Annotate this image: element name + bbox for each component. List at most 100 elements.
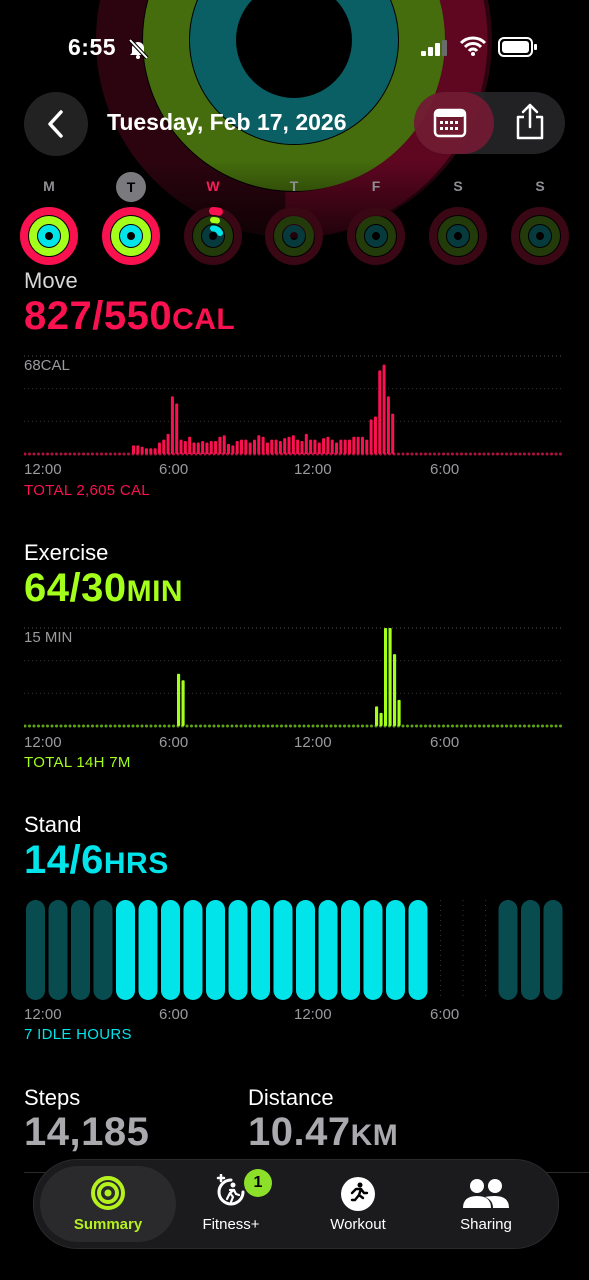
baseline-dot	[24, 452, 27, 456]
chart-bar	[244, 439, 248, 454]
baseline-dot	[37, 452, 40, 456]
stand-label: Stand	[24, 812, 82, 837]
baseline-dot	[64, 452, 67, 456]
baseline-dot	[113, 452, 117, 456]
move-chart	[24, 355, 564, 456]
baseline-dot	[514, 724, 517, 728]
axis-tick: 6:00	[159, 1006, 189, 1023]
back-button[interactable]	[24, 92, 88, 156]
baseline-dot	[334, 724, 337, 728]
day-rings-tuesday[interactable]	[101, 206, 161, 266]
chart-bar	[287, 436, 291, 454]
baseline-dot	[289, 724, 292, 728]
baseline-dot	[500, 724, 504, 728]
share-button[interactable]	[494, 92, 565, 154]
baseline-dot	[343, 724, 346, 728]
chart-bar	[335, 442, 339, 454]
baseline-dot	[559, 724, 562, 728]
baseline-dot	[487, 724, 490, 728]
baseline-dot	[509, 724, 513, 728]
axis-tick: 6:00	[430, 1006, 460, 1023]
status-bar: 6:55	[0, 32, 589, 66]
baseline-dot	[50, 724, 54, 728]
baseline-dot	[46, 452, 49, 456]
chart-bar	[235, 441, 239, 454]
chart-bar	[231, 445, 235, 454]
day-letter[interactable]: F	[361, 178, 391, 194]
baseline-dot	[109, 452, 112, 456]
baseline-dot	[410, 452, 414, 456]
day-rings-monday[interactable]	[19, 206, 79, 266]
tab-bar: Summary Fitness+ Workout Sharing	[33, 1159, 559, 1249]
baseline-dot	[28, 452, 31, 456]
baseline-dot	[37, 724, 40, 728]
baseline-dot	[559, 452, 562, 456]
baseline-dot	[491, 452, 495, 456]
baseline-dot	[491, 724, 495, 728]
chart-bar	[209, 441, 213, 454]
day-letter[interactable]: T	[279, 178, 309, 194]
baseline-dot	[311, 724, 315, 728]
chart-bar	[177, 673, 181, 726]
baseline-dot	[365, 724, 369, 728]
baseline-dot	[46, 724, 49, 728]
baseline-dot	[325, 724, 328, 728]
baseline-dot	[73, 452, 76, 456]
day-letter[interactable]: S	[443, 178, 473, 194]
cellular-signal-icon	[421, 40, 447, 56]
baseline-dot	[226, 724, 229, 728]
axis-tick: 12:00	[294, 1006, 332, 1023]
baseline-dot	[212, 724, 216, 728]
baseline-dot	[122, 452, 126, 456]
chart-bar	[149, 448, 153, 454]
stand-bar	[363, 900, 383, 1000]
chart-bar	[248, 442, 252, 454]
baseline-dot	[266, 724, 270, 728]
chart-bar	[257, 435, 261, 454]
baseline-dot	[496, 724, 499, 728]
day-letter[interactable]: M	[34, 178, 64, 194]
chart-bar	[369, 419, 373, 454]
baseline-dot	[451, 452, 454, 456]
chart-bar	[300, 441, 304, 454]
fitness-plus-badge: 1	[244, 1169, 272, 1197]
chart-bar	[196, 442, 200, 454]
day-letter[interactable]: W	[198, 178, 228, 194]
exercise-unit: MIN	[126, 575, 184, 608]
baseline-dot	[248, 724, 252, 728]
baseline-dot	[527, 724, 531, 728]
chart-bar	[218, 436, 222, 454]
day-rings-wednesday[interactable]	[183, 206, 243, 266]
baseline-dot	[532, 452, 535, 456]
exercise-value-number: 64/30	[24, 566, 127, 610]
baseline-dot	[41, 724, 45, 728]
chart-bar	[252, 439, 256, 454]
chart-bar	[326, 436, 330, 454]
baseline-dot	[77, 452, 81, 456]
stand-total: 7 IDLE HOURS	[24, 1026, 132, 1043]
baseline-dot	[419, 724, 423, 728]
chart-bar	[140, 446, 144, 454]
baseline-dot	[527, 452, 531, 456]
tab-summary-label: Summary	[73, 1216, 143, 1233]
baseline-dot	[163, 724, 166, 728]
calendar-button[interactable]	[414, 92, 494, 154]
stand-bar	[543, 900, 563, 1000]
day-letter[interactable]: S	[525, 178, 555, 194]
day-rings-thursday[interactable]	[264, 206, 324, 266]
baseline-dot	[541, 452, 544, 456]
battery-icon	[498, 37, 537, 57]
baseline-dot	[419, 452, 423, 456]
tab-summary[interactable]: Summary	[40, 1160, 176, 1248]
baseline-dot	[446, 724, 450, 728]
tab-sharing[interactable]: Sharing	[422, 1160, 550, 1248]
day-letter-today[interactable]: T	[116, 172, 146, 202]
chart-bar	[132, 445, 136, 454]
day-rings-friday[interactable]	[346, 206, 406, 266]
chart-bar	[317, 442, 321, 454]
baseline-dot	[496, 452, 499, 456]
day-rings-sunday[interactable]	[510, 206, 570, 266]
tab-fitness-plus[interactable]: Fitness+	[176, 1160, 286, 1248]
day-rings-saturday[interactable]	[428, 206, 488, 266]
tab-workout[interactable]: Workout	[294, 1160, 422, 1248]
